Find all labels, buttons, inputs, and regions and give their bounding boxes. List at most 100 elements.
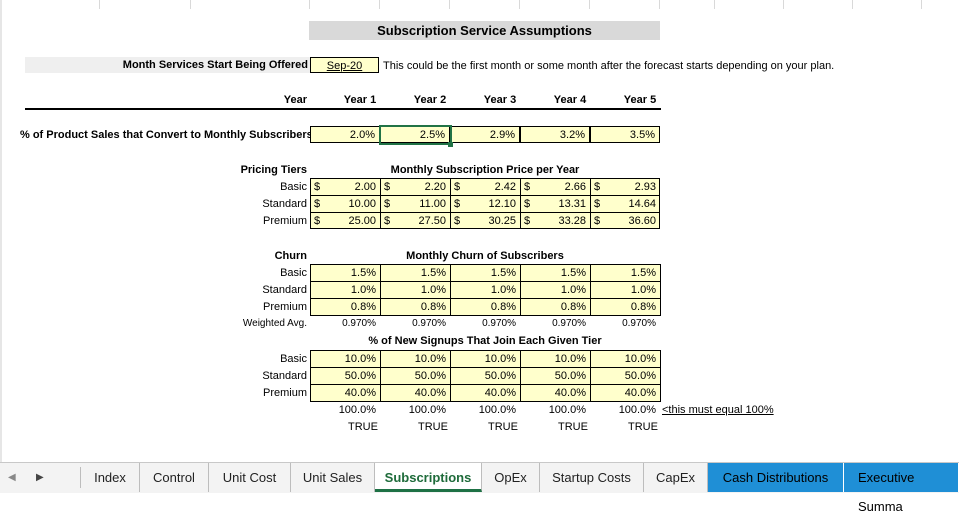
col-gridline (921, 0, 922, 9)
scroll-right-icon[interactable]: ▶ (36, 463, 44, 492)
signup-input[interactable]: 50.0% (310, 367, 381, 385)
signups-basic-label: Basic (280, 353, 307, 365)
fill-handle[interactable] (448, 142, 453, 147)
tab-subscriptions[interactable]: Subscriptions (375, 463, 482, 492)
churn-input[interactable]: 1.5% (450, 264, 521, 282)
signup-input[interactable]: 10.0% (590, 350, 661, 368)
churn-input[interactable]: 1.0% (520, 281, 591, 299)
churn-value: 1.0% (490, 284, 516, 296)
year-4-header: Year 4 (553, 94, 587, 106)
signups-premium-label: Premium (262, 387, 307, 399)
start-month-value: Sep-20 (326, 60, 363, 72)
pricing-premium-label: Premium (262, 215, 307, 227)
churn-input[interactable]: 1.0% (590, 281, 661, 299)
churn-standard-label: Standard (262, 284, 307, 296)
signup-value: 10.0% (484, 353, 516, 365)
signup-input[interactable]: 40.0% (450, 384, 521, 402)
col-gridline (449, 0, 450, 9)
churn-input[interactable]: 1.0% (380, 281, 451, 299)
price-value[interactable]: 2.00 (310, 181, 376, 193)
start-month-input[interactable]: Sep-20 (310, 57, 379, 73)
signup-input[interactable]: 40.0% (310, 384, 381, 402)
signup-value: 50.0% (624, 370, 656, 382)
row-header-strip (0, 0, 2, 462)
churn-value: 1.5% (350, 267, 376, 279)
price-value[interactable]: 2.20 (380, 181, 446, 193)
price-value[interactable]: 14.64 (590, 198, 656, 210)
signup-value: 40.0% (624, 387, 656, 399)
tab-opex[interactable]: OpEx (482, 463, 540, 492)
year-1-header: Year 1 (343, 94, 377, 106)
price-value[interactable]: 25.00 (310, 215, 376, 227)
price-value[interactable]: 2.66 (520, 181, 586, 193)
price-value[interactable]: 12.10 (450, 198, 516, 210)
signup-value: 50.0% (414, 370, 446, 382)
tab-cash-distributions[interactable]: Cash Distributions (708, 463, 844, 492)
price-value[interactable]: 2.42 (450, 181, 516, 193)
churn-input[interactable]: 1.0% (450, 281, 521, 299)
conversion-y5-input[interactable]: 3.5% (590, 126, 660, 143)
tab-unit-cost[interactable]: Unit Cost (209, 463, 291, 492)
signup-input[interactable]: 50.0% (450, 367, 521, 385)
signup-value: 50.0% (554, 370, 586, 382)
price-value[interactable]: 30.25 (450, 215, 516, 227)
churn-input[interactable]: 1.0% (310, 281, 381, 299)
signup-input[interactable]: 50.0% (590, 367, 661, 385)
conversion-y1-value: 2.0% (349, 129, 375, 141)
spreadsheet-grid[interactable]: Subscription Service Assumptions Month S… (0, 0, 959, 462)
price-value[interactable]: 36.60 (590, 215, 656, 227)
signup-value: 50.0% (344, 370, 376, 382)
col-gridline (519, 0, 520, 9)
signup-input[interactable]: 40.0% (520, 384, 591, 402)
price-value[interactable]: 10.00 (310, 198, 376, 210)
tab-control[interactable]: Control (140, 463, 209, 492)
signups-header: % of New Signups That Join Each Given Ti… (368, 335, 602, 347)
weighted-avg-value: 0.970% (412, 318, 446, 329)
signup-input[interactable]: 40.0% (590, 384, 661, 402)
conversion-y3-input[interactable]: 2.9% (450, 126, 520, 143)
tab-startup-costs[interactable]: Startup Costs (540, 463, 644, 492)
signup-input[interactable]: 10.0% (380, 350, 451, 368)
col-gridline (589, 0, 590, 9)
signup-total: 100.0% (478, 404, 516, 416)
tab-executive-summary[interactable]: Executive Summa (844, 463, 959, 514)
signup-input[interactable]: 40.0% (380, 384, 451, 402)
tab-index[interactable]: Index (81, 463, 140, 492)
churn-value: 0.8% (490, 301, 516, 313)
price-value[interactable]: 13.31 (520, 198, 586, 210)
churn-input[interactable]: 0.8% (520, 298, 591, 316)
churn-input[interactable]: 0.8% (590, 298, 661, 316)
year-5-header: Year 5 (623, 94, 657, 106)
signup-input[interactable]: 50.0% (380, 367, 451, 385)
scroll-left-icon[interactable]: ◀ (8, 463, 16, 492)
tab-unit-sales[interactable]: Unit Sales (291, 463, 375, 492)
churn-input[interactable]: 0.8% (310, 298, 381, 316)
churn-value: 0.8% (350, 301, 376, 313)
tab-capex[interactable]: CapEx (644, 463, 708, 492)
signup-input[interactable]: 10.0% (520, 350, 591, 368)
signup-input[interactable]: 50.0% (520, 367, 591, 385)
churn-input[interactable]: 1.5% (380, 264, 451, 282)
start-month-label: Month Services Start Being Offered (122, 59, 308, 71)
weighted-avg-value: 0.970% (552, 318, 586, 329)
signup-input[interactable]: 10.0% (310, 350, 381, 368)
col-gridline (309, 0, 310, 9)
churn-input[interactable]: 1.5% (590, 264, 661, 282)
price-value[interactable]: 27.50 (380, 215, 446, 227)
churn-input[interactable]: 1.5% (520, 264, 591, 282)
churn-value: 1.0% (630, 284, 656, 296)
conversion-y4-input[interactable]: 3.2% (520, 126, 590, 143)
signup-value: 10.0% (344, 353, 376, 365)
price-value[interactable]: 11.00 (380, 198, 446, 210)
year-label: Year (283, 94, 307, 106)
signup-check: TRUE (558, 421, 588, 433)
price-value[interactable]: 33.28 (520, 215, 586, 227)
conversion-y1-input[interactable]: 2.0% (310, 126, 380, 143)
churn-header: Monthly Churn of Subscribers (406, 250, 564, 262)
churn-input[interactable]: 0.8% (450, 298, 521, 316)
price-value[interactable]: 2.93 (590, 181, 656, 193)
churn-input[interactable]: 0.8% (380, 298, 451, 316)
signup-input[interactable]: 10.0% (450, 350, 521, 368)
sheet-tab-bar: ◀ ▶ Index Control Unit Cost Unit Sales S… (0, 462, 959, 514)
churn-input[interactable]: 1.5% (310, 264, 381, 282)
